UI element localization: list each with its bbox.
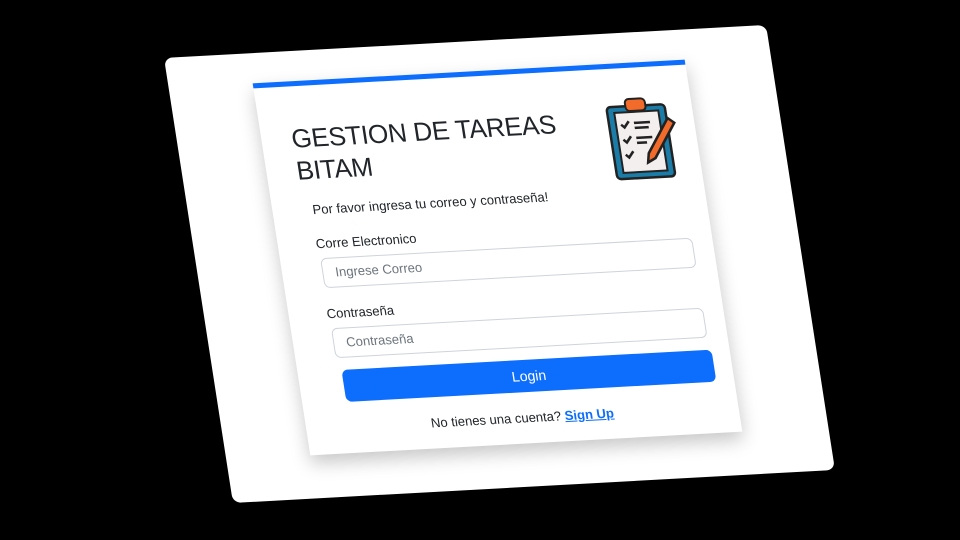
subtitle: Por favor ingresa tu correo y contraseña… bbox=[311, 189, 550, 218]
login-button[interactable]: Login bbox=[341, 349, 717, 402]
page-background-panel: GESTION DE TAREAS BITAM Por favor ingres… bbox=[164, 24, 835, 503]
login-card: GESTION DE TAREAS BITAM Por favor ingres… bbox=[252, 59, 743, 456]
page-title: GESTION DE TAREAS BITAM bbox=[289, 109, 558, 186]
signup-row: No tienes una cuenta? Sign Up bbox=[305, 399, 739, 438]
signup-prompt: No tienes una cuenta? bbox=[429, 408, 563, 431]
email-label: Corre Electronico bbox=[314, 230, 418, 252]
signup-link[interactable]: Sign Up bbox=[564, 405, 615, 423]
password-label: Contraseña bbox=[325, 302, 396, 322]
clipboard-checklist-icon bbox=[605, 97, 677, 181]
